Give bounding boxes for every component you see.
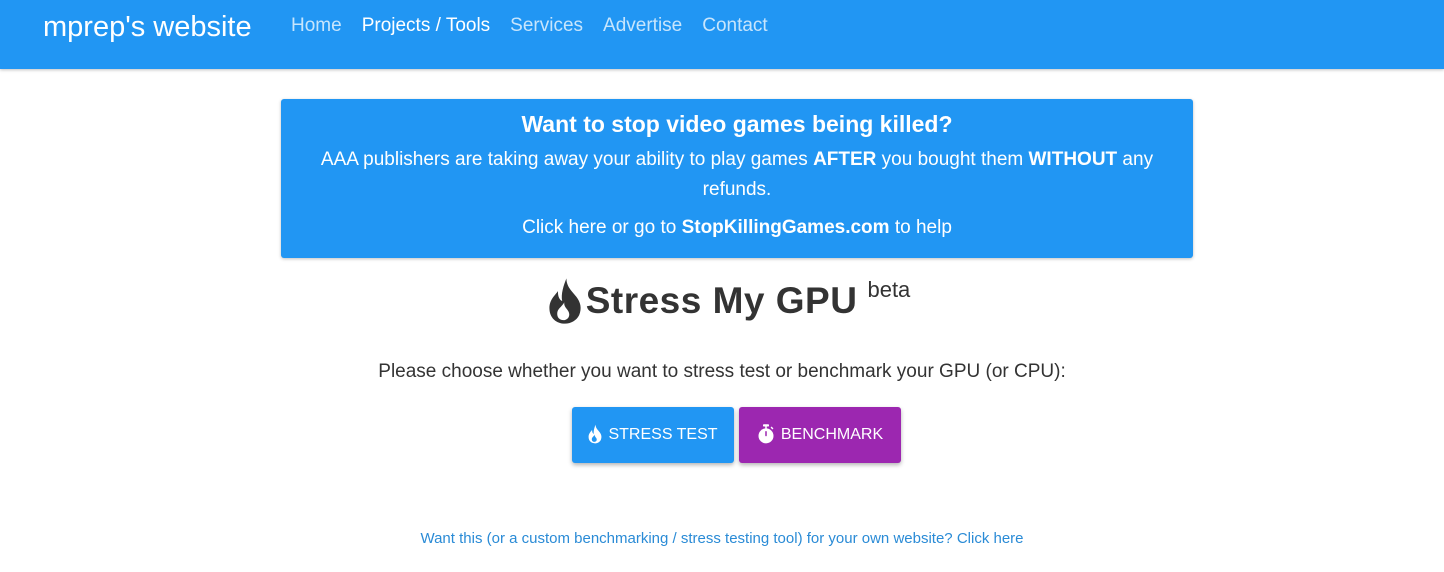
nav-link-contact[interactable]: Contact	[692, 14, 777, 38]
banner-cta-part1: Click here or go to	[522, 217, 682, 238]
page-title: Stress My GPU	[585, 280, 858, 321]
nav-links: Home Projects / Tools Services Advertise…	[281, 14, 778, 38]
benchmark-button[interactable]: BENCHMARK	[739, 407, 901, 463]
choose-mode-instruction: Please choose whether you want to stress…	[378, 361, 1066, 382]
flame-icon	[549, 278, 581, 324]
nav-link-home[interactable]: Home	[281, 14, 352, 38]
nav-link-services[interactable]: Services	[500, 14, 593, 38]
top-navbar: mprep's website Home Projects / Tools Se…	[0, 0, 1444, 69]
banner-cta: Click here or go to StopKillingGames.com…	[311, 215, 1163, 241]
banner-cta-link[interactable]: StopKillingGames.com	[682, 217, 890, 238]
page-heading: Stress My GPU beta	[0, 276, 1444, 329]
site-brand-link[interactable]: mprep's website	[43, 9, 252, 45]
banner-text-part2: you bought them	[876, 149, 1029, 170]
custom-tool-link[interactable]: Want this (or a custom benchmarking / st…	[0, 528, 1444, 550]
banner-text-bold-after: AFTER	[813, 149, 877, 170]
stop-killing-games-banner[interactable]: Want to stop video games being killed? A…	[281, 99, 1193, 258]
nav-link-projects-tools[interactable]: Projects / Tools	[352, 14, 500, 38]
mode-buttons: STRESS TEST BENCHMARK	[572, 407, 901, 463]
page-heading-inner: Stress My GPU beta	[548, 276, 911, 326]
nav-link-advertise[interactable]: Advertise	[593, 14, 692, 38]
banner-text: AAA publishers are taking away your abil…	[311, 145, 1163, 205]
flame-icon	[589, 424, 602, 443]
beta-badge: beta	[867, 277, 911, 302]
banner-title: Want to stop video games being killed?	[521, 111, 953, 137]
banner-cta-part2: to help	[889, 217, 952, 238]
stress-test-label: STRESS TEST	[608, 426, 718, 443]
stress-test-button[interactable]: STRESS TEST	[572, 407, 734, 463]
stopwatch-icon	[758, 423, 774, 443]
benchmark-label: BENCHMARK	[780, 426, 884, 443]
banner-text-bold-without: WITHOUT	[1028, 149, 1118, 170]
banner-text-part1: AAA publishers are taking away your abil…	[320, 149, 814, 170]
